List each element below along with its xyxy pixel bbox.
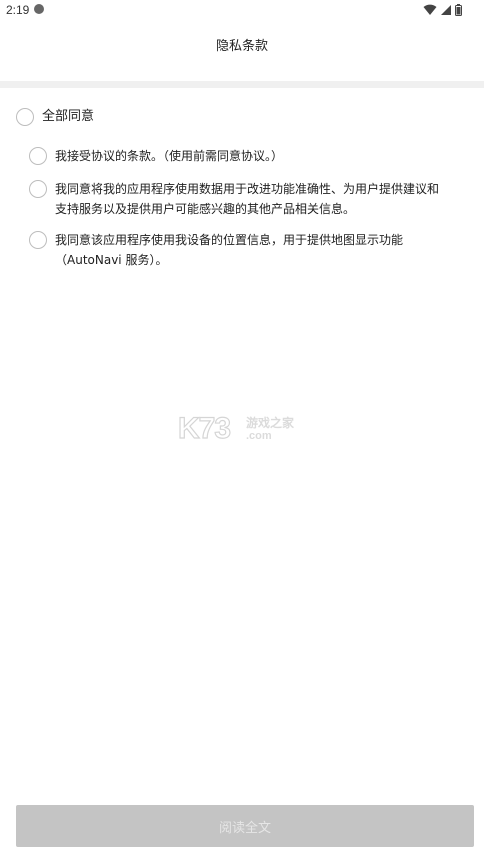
- consent-terms-line-1: 我接受协议的条款。（使用前需同意协议。）: [55, 149, 284, 163]
- consent-location-line-1: 我同意该应用程序使用我设备的位置信息，用于提供地图显示功能: [55, 233, 404, 247]
- select-all-label[interactable]: 全部同意: [42, 107, 94, 127]
- watermark-brand: K73: [177, 411, 231, 445]
- status-time: 2:19: [6, 3, 30, 17]
- watermark-logo: K73 游戏之家 .com: [177, 411, 308, 448]
- consent-location-radio[interactable]: [29, 231, 47, 249]
- page-title: 隐私条款: [215, 39, 268, 54]
- app-notification-icon: [34, 4, 44, 14]
- status-bar: 2:19: [0, 0, 484, 22]
- consent-terms-radio[interactable]: [29, 147, 47, 165]
- header-divider: [0, 81, 484, 88]
- battery-icon: [455, 4, 462, 16]
- read-full-text-label: 阅读全文: [218, 820, 271, 836]
- read-full-text-button[interactable]: 阅读全文: [16, 805, 474, 847]
- consent-usage-data-line-1: 我同意将我的应用程序使用数据用于改进功能准确性、为用户提供建议和: [55, 182, 440, 196]
- consent-terms-label[interactable]: 我接受协议的条款。（使用前需同意协议。）: [55, 146, 283, 166]
- watermark-line-2: .com: [246, 430, 272, 442]
- consent-usage-data-label[interactable]: 我同意将我的应用程序使用数据用于改进功能准确性、为用户提供建议和 支持服务以及提…: [55, 179, 439, 219]
- signal-icon: [441, 5, 451, 15]
- wifi-icon: [423, 4, 437, 15]
- title-bar: 隐私条款: [0, 22, 484, 64]
- consent-location-label[interactable]: 我同意该应用程序使用我设备的位置信息，用于提供地图显示功能 （AutoNavi …: [55, 230, 403, 270]
- status-icons: [423, 3, 462, 17]
- watermark-line-1: 游戏之家: [246, 416, 295, 430]
- select-all-radio[interactable]: [16, 108, 34, 126]
- consent-location-line-2: （AutoNavi 服务）。: [55, 253, 168, 267]
- consent-usage-data-line-2: 支持服务以及提供用户可能感兴趣的其他产品相关信息。: [55, 202, 356, 216]
- consent-usage-data-radio[interactable]: [29, 180, 47, 198]
